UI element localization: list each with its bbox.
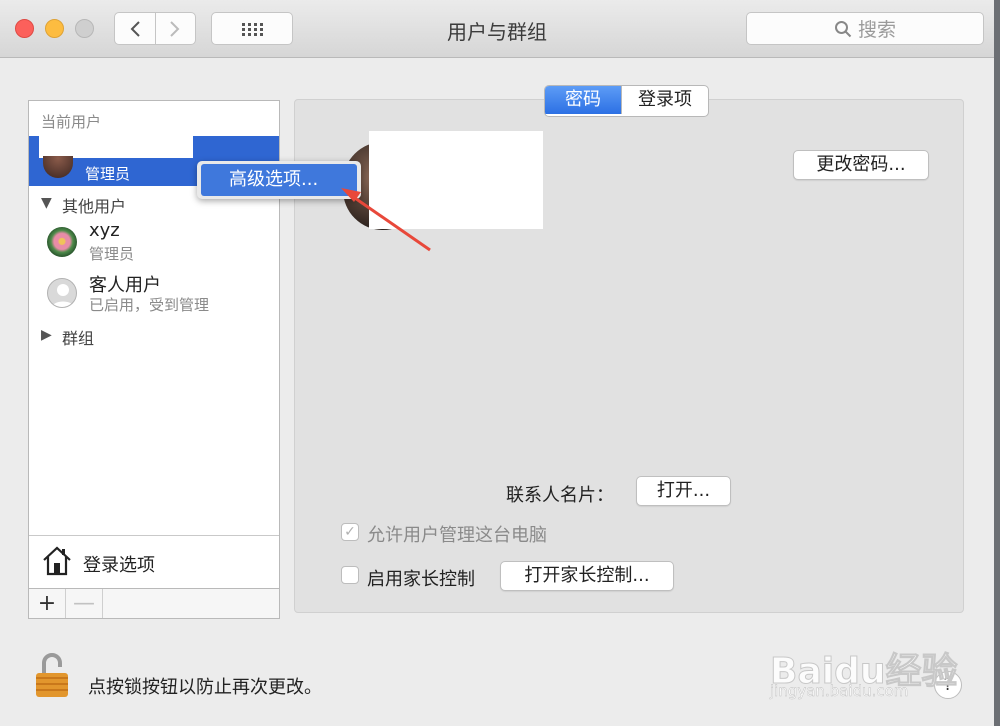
lock-icon[interactable] [34, 651, 70, 703]
lock-hint-text: 点按锁按钮以防止再次更改。 [88, 677, 322, 698]
watermark-sub: jingyan.baidu.com [770, 682, 909, 700]
system-preferences-window: 用户与群组 搜索 当前用户 管理员 ▼ 其他用户 xyz 管理员 客人用户 已启… [0, 0, 994, 726]
baidu-watermark: Baidu经验 jingyan.baidu.com [769, 618, 990, 708]
